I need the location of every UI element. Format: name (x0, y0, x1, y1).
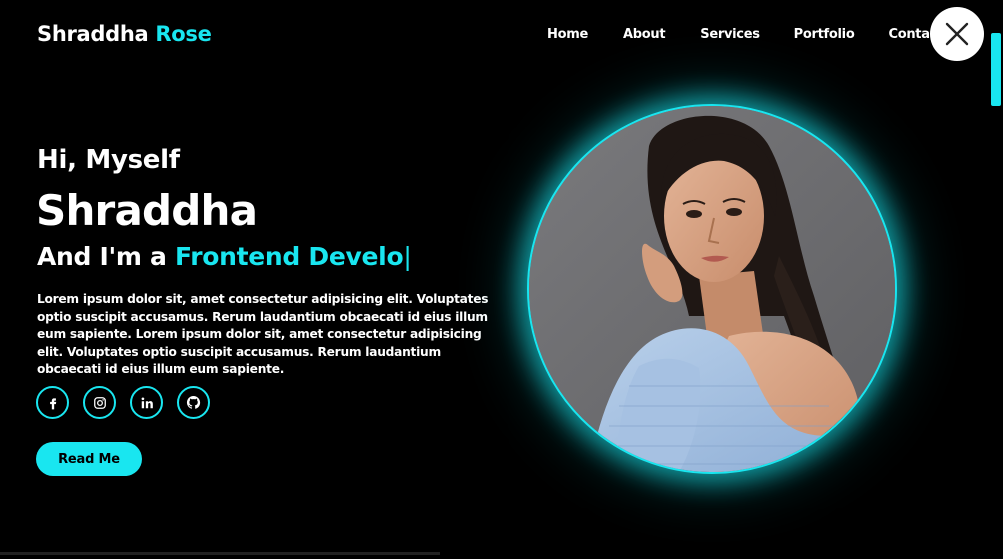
logo-accent: Rose (155, 22, 212, 46)
profile-photo (527, 104, 897, 474)
nav-home[interactable]: Home (547, 27, 588, 42)
role-line: And I'm a Frontend Develo| (37, 242, 412, 271)
facebook-link[interactable] (36, 386, 69, 419)
github-link[interactable] (177, 386, 210, 419)
instagram-link[interactable] (83, 386, 116, 419)
nav-services[interactable]: Services (700, 27, 760, 42)
linkedin-icon (141, 396, 153, 408)
greeting: Hi, Myself (37, 145, 180, 175)
nav-portfolio[interactable]: Portfolio (794, 27, 855, 42)
logo[interactable]: Shraddha Rose (37, 22, 212, 46)
close-button[interactable] (930, 7, 984, 61)
facebook-icon (49, 397, 56, 409)
page: Shraddha Rose Home About Services Portfo… (0, 0, 1003, 559)
read-me-button[interactable]: Read Me (36, 442, 142, 476)
instagram-icon (93, 396, 106, 409)
hero-name: Shraddha (36, 186, 258, 235)
main-nav: Home About Services Portfolio Contact (547, 27, 943, 42)
bottom-divider (0, 552, 440, 555)
role-prefix: And I'm a (37, 242, 167, 271)
linkedin-link[interactable] (130, 386, 163, 419)
hero-paragraph: Lorem ipsum dolor sit, amet consectetur … (37, 292, 489, 376)
social-links (36, 386, 224, 419)
typing-cursor: | (403, 242, 412, 271)
github-icon (186, 395, 201, 409)
scrollbar-thumb[interactable] (991, 33, 1001, 106)
logo-first: Shraddha (37, 22, 149, 46)
close-icon (945, 22, 969, 46)
role-typed: Frontend Develo (175, 242, 404, 271)
profile-illustration (529, 106, 895, 472)
nav-about[interactable]: About (623, 27, 666, 42)
